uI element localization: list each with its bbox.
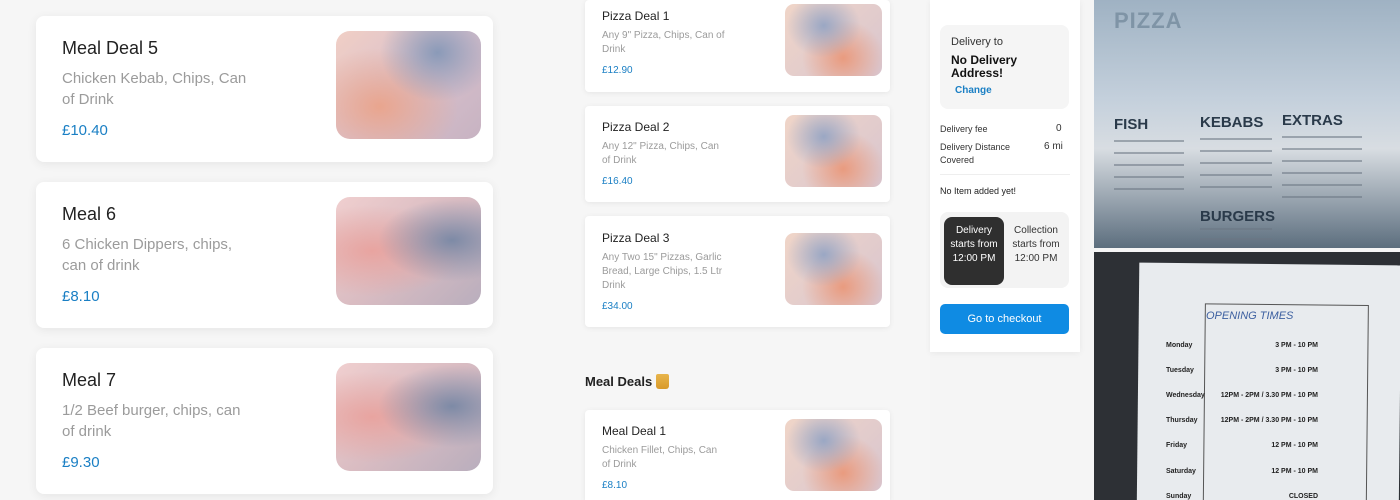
item-price: £9.30 [62,454,100,471]
hours-day: Tuesday [1166,367,1194,374]
item-image [336,31,481,139]
item-price: £8.10 [602,480,628,491]
item-image [336,197,481,305]
section-heading: Meal Deals [585,374,670,389]
empty-cart-text: No Item added yet! [940,186,1017,196]
item-description: Any 9" Pizza, Chips, Can of Drink [602,30,725,55]
item-description: Chicken Kebab, Chips, Can of Drink [62,70,247,108]
hours-day: Thursday [1166,417,1198,424]
item-image [336,363,481,471]
menu-item-card[interactable]: Pizza Deal 3 Any Two 15" Pizzas, Garlic … [585,216,890,327]
menu-text-line [1282,136,1362,138]
item-title: Meal Deal 1 [602,424,667,438]
item-price: £8.10 [62,288,100,305]
change-address-link[interactable]: Change [955,85,992,96]
item-price: £16.40 [602,176,633,187]
item-description: 1/2 Beef burger, chips, can of drink [62,402,241,440]
menu-text-line [1114,176,1184,178]
hours-day: Sunday [1166,493,1192,500]
collection-toggle-option[interactable]: Collection starts from 12:00 PM [1006,217,1066,285]
item-title: Pizza Deal 3 [602,231,670,245]
menu-text-line [1200,150,1272,152]
hours-value: 12PM - 2PM / 3.30 PM - 10 PM [1220,417,1318,424]
item-title: Meal 6 [62,204,117,224]
opening-times-sheet [1136,262,1400,500]
item-price: £10.40 [62,122,108,139]
delivery-address-box: Delivery to No Delivery Address! Change [940,25,1069,109]
deals-column: Pizza Deal 1 Any 9" Pizza, Chips, Can of… [545,0,930,500]
checkout-button[interactable]: Go to checkout [940,304,1069,334]
menu-text-line [1114,152,1184,154]
hours-value: 3 PM - 10 PM [1275,367,1318,374]
section-title-text: Meal Deals [585,374,653,389]
menu-text-line [1200,162,1272,164]
menu-text-line [1200,186,1272,188]
menu-text-line [1200,138,1272,140]
item-title: Meal Deal 5 [62,38,159,58]
item-image [785,233,882,305]
menu-heading-pizza: PIZZA [1114,8,1183,33]
hours-day: Wednesday [1166,392,1205,399]
hours-value: 12 PM - 10 PM [1271,468,1318,475]
delivery-distance-value: 6 mi [1044,141,1063,152]
menu-item-card[interactable]: Meal 7 1/2 Beef burger, chips, can of dr… [36,348,493,494]
item-title: Pizza Deal 1 [602,9,670,23]
menu-text-line [1200,174,1272,176]
menu-heading-fish: FISH [1114,116,1149,133]
menu-heading-burgers: BURGERS [1200,208,1276,225]
menu-text-line [1114,164,1184,166]
menu-text-line [1200,228,1272,230]
menu-text-line [1282,172,1362,174]
item-image [785,115,882,187]
hours-value: 12 PM - 10 PM [1271,442,1318,449]
hours-day: Friday [1166,442,1188,449]
hours-day: Monday [1166,342,1193,349]
menu-items-column: Meal Deal 5 Chicken Kebab, Chips, Can of… [0,0,545,500]
menu-item-card[interactable]: Pizza Deal 1 Any 9" Pizza, Chips, Can of… [585,0,890,92]
divider [940,174,1070,175]
item-price: £12.90 [602,65,633,76]
menu-text-line [1114,140,1184,142]
item-image [785,4,882,76]
menu-text-line [1282,196,1362,198]
item-price: £34.00 [602,301,633,312]
hours-day: Saturday [1166,468,1196,475]
item-title: Pizza Deal 2 [602,120,670,134]
delivery-address: No Delivery Address! [951,53,1018,80]
order-type-toggle: Delivery starts from 12:00 PM Collection… [940,212,1069,288]
menu-text-line [1200,238,1272,240]
menu-heading-extras: EXTRAS [1282,112,1343,129]
hours-value: CLOSED [1288,493,1318,500]
menu-item-card[interactable]: Meal 6 6 Chicken Dippers, chips, can of … [36,182,493,328]
hours-value: 3 PM - 10 PM [1275,342,1318,349]
shopping-bag-icon [656,374,670,389]
menu-text-line [1282,160,1362,162]
menu-text-line [1114,188,1184,190]
menu-text-line [1282,184,1362,186]
delivery-fee-label: Delivery fee [940,124,988,134]
delivery-fee-value: 0 [1056,123,1062,134]
menu-item-card[interactable]: Meal Deal 5 Chicken Kebab, Chips, Can of… [36,16,493,162]
opening-times-photo: OPENING TIMES Monday 3 PM - 10 PM Tuesda… [1094,252,1400,500]
item-description: Any 12" Pizza, Chips, Can of Drink [602,141,719,166]
item-description: Chicken Fillet, Chips, Can of Drink [602,445,718,470]
hours-value: 12PM - 2PM / 3.30 PM - 10 PM [1220,392,1318,399]
opening-times-title: OPENING TIMES [1206,310,1294,322]
item-image [785,419,882,491]
menu-item-card[interactable]: Meal Deal 1 Chicken Fillet, Chips, Can o… [585,410,890,500]
delivery-to-label: Delivery to [951,36,1003,48]
menu-text-line [1282,148,1362,150]
menu-heading-kebabs: KEBABS [1200,114,1264,131]
item-description: 6 Chicken Dippers, chips, can of drink [62,236,233,274]
item-description: Any Two 15" Pizzas, Garlic Bread, Large … [602,252,723,291]
cart-sidebar: Delivery to No Delivery Address! Change … [930,0,1080,352]
delivery-distance-label: Delivery Distance Covered [940,142,1011,165]
shop-menu-photo: PIZZA FISH KEBABS EXTRAS BURGERS [1094,0,1400,248]
menu-item-card[interactable]: Pizza Deal 2 Any 12" Pizza, Chips, Can o… [585,106,890,202]
delivery-toggle-option[interactable]: Delivery starts from 12:00 PM [944,217,1004,285]
item-title: Meal 7 [62,370,117,390]
